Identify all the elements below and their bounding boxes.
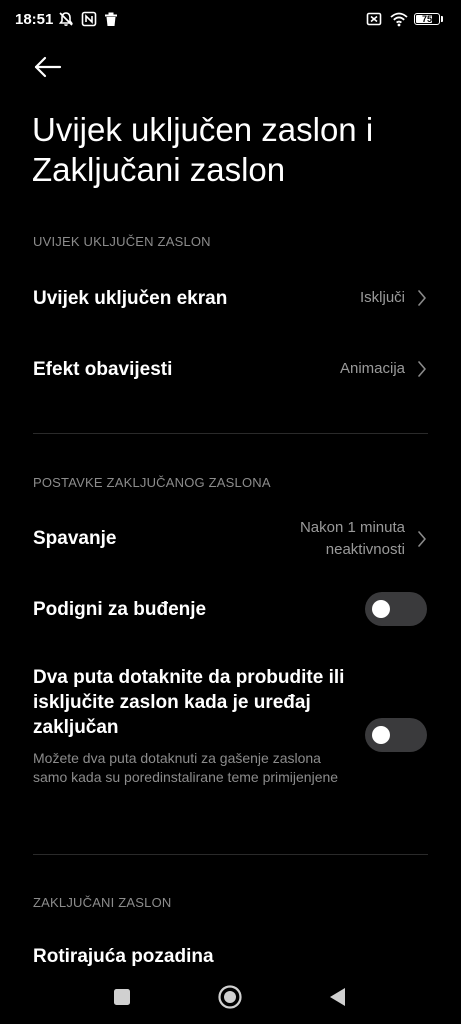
navigation-bar — [0, 968, 461, 1024]
status-time: 18:51 — [15, 11, 54, 28]
chevron-right-icon — [418, 290, 426, 306]
toggle-knob — [372, 600, 390, 618]
sleep-label: Spavanje — [33, 528, 117, 549]
status-bar: 18:51 75 — [0, 0, 461, 40]
section-header-always-on: UVIJEK UKLJUČEN ZASLON — [33, 234, 211, 249]
raise-to-wake-row[interactable]: Podigni za buđenje — [0, 588, 461, 632]
back-button[interactable] — [28, 50, 68, 84]
battery-level: 75 — [421, 14, 432, 24]
wifi-icon — [390, 12, 408, 27]
mute-icon — [58, 12, 74, 26]
sleep-row[interactable]: Spavanje Nakon 1 minuta neaktivnosti — [0, 512, 461, 566]
section-header-lock-settings: POSTAVKE ZAKLJUČANOG ZASLONA — [33, 475, 271, 490]
double-tap-description: Možete dva puta dotaknuti za gašenje zas… — [33, 750, 339, 785]
always-on-display-row[interactable]: Uvijek uključen ekran Isključi — [0, 275, 461, 321]
sleep-value-line2: neaktivnosti — [325, 541, 405, 558]
section-header-lock-screen: ZAKLJUČANI ZASLON — [33, 895, 172, 910]
chevron-right-icon — [418, 361, 426, 377]
arrow-left-icon — [34, 56, 62, 78]
recents-square-icon[interactable] — [107, 982, 137, 1012]
rotating-wallpaper-label: Rotirajuća pozadina — [33, 946, 214, 967]
home-circle-icon[interactable] — [215, 982, 245, 1012]
toggle-knob — [372, 726, 390, 744]
always-on-display-value: Isključi — [359, 289, 405, 306]
notification-effect-label: Efekt obavijesti — [33, 359, 173, 380]
sleep-value-line1: Nakon 1 minuta — [299, 519, 405, 536]
no-sim-icon — [366, 12, 382, 26]
raise-to-wake-toggle[interactable] — [365, 592, 427, 626]
raise-to-wake-label: Podigni za buđenje — [33, 599, 207, 620]
page-title: Uvijek uključen zaslon i Zaključani zasl… — [32, 111, 374, 188]
settings-screen: 18:51 75 Uvijek uključen zaslon i Zaklju… — [0, 0, 461, 1024]
battery-icon: 75 — [414, 13, 440, 25]
chevron-right-icon — [418, 531, 426, 547]
battery-tip — [441, 16, 443, 22]
back-triangle-icon[interactable] — [323, 982, 353, 1012]
section-divider — [33, 854, 428, 855]
notification-effect-row[interactable]: Efekt obavijesti Animacija — [0, 346, 461, 392]
nfc-icon — [81, 11, 97, 27]
double-tap-row[interactable]: Dva puta dotaknite da probudite ili iskl… — [0, 665, 461, 810]
always-on-display-label: Uvijek uključen ekran — [33, 288, 228, 309]
trash-icon — [105, 12, 117, 26]
double-tap-label: Dva puta dotaknite da probudite ili iskl… — [33, 667, 345, 738]
section-divider — [33, 433, 428, 434]
double-tap-toggle[interactable] — [365, 718, 427, 752]
notification-effect-value: Animacija — [339, 360, 405, 377]
